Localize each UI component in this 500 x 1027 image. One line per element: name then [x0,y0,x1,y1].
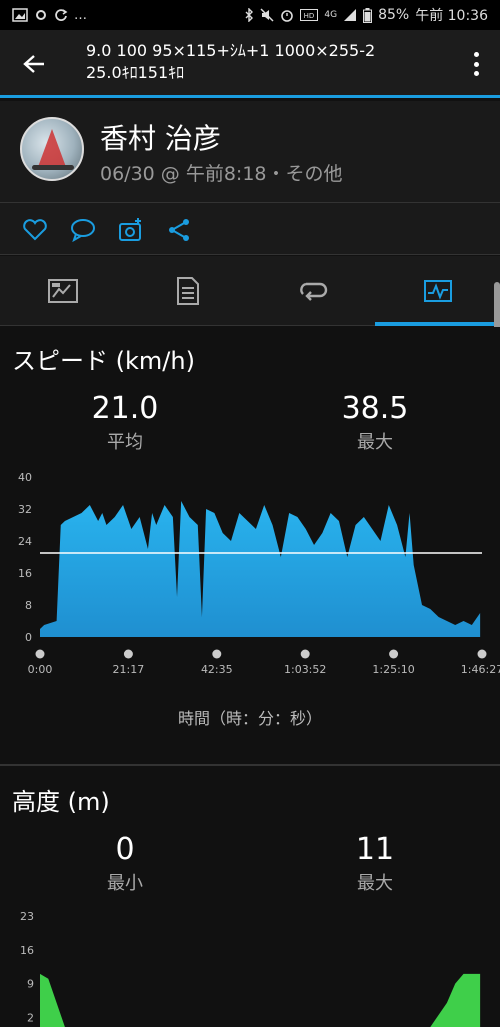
avatar[interactable] [20,117,84,181]
share-icon[interactable] [166,217,192,243]
speed-y-tick-label: 16 [18,567,32,580]
bluetooth-icon [245,8,254,22]
speed-x-tick-label: 21:17 [113,663,145,676]
altitude-chart[interactable]: 2 9 16 23 [0,902,500,1027]
speed-average-stat: 21.0 平均 [45,391,205,454]
laps-icon [299,282,327,301]
activity-title-line2: 25.0ｷﾛ151ｷﾛ [86,63,185,82]
tab-laps[interactable] [250,256,375,326]
speed-title: スピード (km/h) [12,347,195,375]
dot-icon [473,61,479,67]
altitude-section: 高度 (m) 0 最小 11 最大 2 9 16 23 [0,766,500,1027]
action-row [0,203,500,255]
altitude-min-stat: 0 最小 [45,832,205,895]
signal-icon [344,9,357,21]
activity-title-line1: 9.0 100 95×115+ｼﾑ+1 1000×255-2 [86,41,376,60]
speed-x-tick-dot [35,649,45,659]
speed-x-tick-label: 1:25:10 [372,663,414,676]
more-notifications-text: … [74,7,87,23]
volte-icon: HD [300,9,319,21]
active-tab-indicator [375,322,500,326]
speed-area-series [40,501,481,637]
altitude-y-tick-label: 2 [27,1011,34,1024]
svg-text:HD: HD [304,12,315,20]
altitude-min-value: 0 [115,832,135,867]
tab-bar [0,256,500,326]
speed-max-label: 最大 [357,432,393,453]
status-left: … [12,8,87,23]
speed-average-label: 平均 [107,432,143,453]
speed-x-tick-dot [389,649,399,659]
windsurf-sail-graphic [38,129,66,167]
altitude-max-value: 11 [355,832,395,867]
status-right: HD 4G 85% 午前 10:36 [244,5,488,25]
dot-icon [473,52,479,57]
battery-level: 85% [378,7,410,23]
map-summary-icon [47,279,78,303]
tab-charts[interactable] [375,256,500,326]
settings-notification-icon [36,10,46,20]
speed-y-tick-label: 32 [18,503,32,516]
mute-icon [260,8,274,22]
altitude-max-label: 最大 [357,873,393,894]
status-bar: … HD 4G 85% 午前 10:36 [0,0,500,30]
windsurf-board-graphic [32,165,74,170]
speed-y-tick-label: 0 [25,631,32,644]
speed-average-value: 21.0 [91,391,159,426]
comment-icon[interactable] [70,217,96,243]
add-photo-icon[interactable] [118,217,144,243]
overflow-menu-button[interactable] [466,48,486,80]
speed-x-tick-label: 1:46:27 [461,663,500,676]
speed-section: スピード (km/h) 21.0 平均 38.5 最大 0 8 16 24 32 40 0:… [0,327,500,764]
chart-icon [423,280,452,302]
altitude-y-tick-label: 9 [27,978,34,991]
speed-x-tick-dot [212,649,222,659]
speed-y-tick-label: 40 [18,471,32,484]
altitude-y-tick-label: 23 [20,910,34,923]
activity-meta: 06/30 @ 午前8:18・その他 [100,163,343,185]
image-icon [12,8,28,22]
tab-details[interactable] [125,256,250,326]
altitude-y-tick-label: 16 [20,944,34,957]
like-icon[interactable] [22,217,48,243]
speed-max-stat: 38.5 最大 [295,391,455,454]
altitude-min-label: 最小 [107,873,143,894]
speed-y-tick-label: 8 [25,599,32,612]
alarm-icon [281,10,294,22]
speed-x-tick-dot [477,649,487,659]
network-type: 4G [324,10,338,20]
speed-x-tick-dot [123,649,133,659]
sync-icon [55,9,68,21]
clock: 午前 10:36 [415,8,488,24]
user-name[interactable]: 香村 治彦 [100,117,221,157]
speed-x-tick-label: 1:03:52 [284,663,326,676]
altitude-title: 高度 (m) [12,788,110,816]
battery-icon [363,7,373,23]
altitude-area-series [40,973,481,1027]
speed-x-tick-label: 42:35 [201,663,233,676]
profile-header: 香村 治彦 06/30 @ 午前8:18・その他 [0,101,500,203]
speed-max-value: 38.5 [341,391,409,426]
speed-x-axis-caption: 時間（時：分：秒） [177,709,322,728]
back-button[interactable] [14,46,54,82]
app-bar: 9.0 100 95×115+ｼﾑ+1 1000×255-2 25.0ｷﾛ151… [0,30,500,98]
speed-y-tick-label: 24 [18,535,32,548]
document-icon [176,277,199,305]
activity-title: 9.0 100 95×115+ｼﾑ+1 1000×255-2 25.0ｷﾛ151… [86,40,446,84]
speed-x-tick-dot [300,649,310,659]
back-arrow-icon [23,55,44,73]
dot-icon [473,71,479,76]
speed-x-tick-label: 0:00 [28,663,53,676]
speed-chart[interactable]: 0 8 16 24 32 40 0:00 21:17 42:35 1:03:52 1:25:10 1:… [0,467,500,687]
tab-summary[interactable] [0,256,125,326]
altitude-max-stat: 11 最大 [295,832,455,895]
